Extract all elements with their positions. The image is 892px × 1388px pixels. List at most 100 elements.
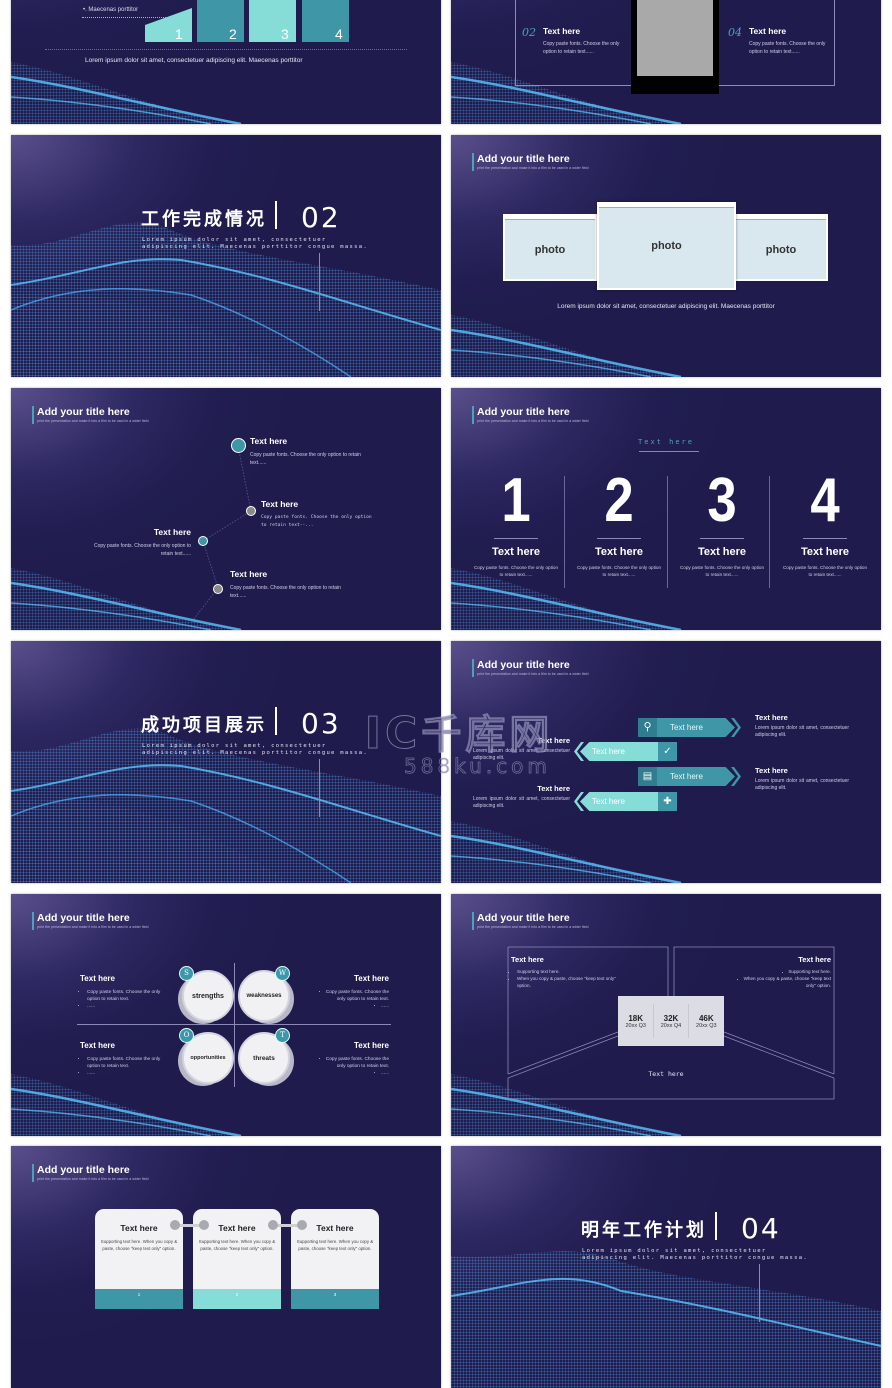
title-divider (275, 707, 277, 735)
slide-title: Add your title here (477, 406, 570, 418)
photo-placeholder-left[interactable]: photo (503, 214, 597, 281)
heading-underline (639, 451, 699, 452)
timeline-body-4: Copy paste fonts. Choose the only option… (230, 585, 341, 599)
swot-text-title-2: Text here (354, 974, 389, 983)
arrow-label-4: Text here (592, 797, 625, 806)
connector-knob (268, 1220, 278, 1230)
column-rule-1 (494, 538, 538, 539)
column-body-1: Copy paste fonts. Choose the only option… (473, 565, 559, 577)
timeline-node-2[interactable] (246, 506, 256, 516)
photo-placeholder-right[interactable]: photo (734, 214, 828, 281)
right-panel-title: Text here (798, 955, 831, 964)
note-title-3: Text here (755, 766, 788, 775)
arrow-item-1[interactable]: ⚲ Text here (638, 718, 741, 737)
slide-bar-chart[interactable]: •. Maecenas porttitor 1 2 3 4 Lorem ipsu… (11, 0, 441, 124)
vertical-accent-line (319, 253, 320, 311)
slide-header: Add your title here print the presentati… (472, 659, 588, 677)
slide-title: Add your title here (477, 912, 570, 924)
slide-swot[interactable]: Add your title here print the presentati… (11, 894, 441, 1136)
item-02-body: Copy paste fonts. Choose the only option… (543, 41, 620, 55)
slide-stats[interactable]: Add your title here print the presentati… (451, 894, 881, 1136)
timeline-title-3: Text here (153, 527, 191, 537)
timeline-node-1[interactable] (231, 438, 246, 453)
section-subtitle: Lorem ipsum dolor sit amet, consectetuer… (142, 237, 368, 250)
column-title-3: Text here (697, 546, 747, 558)
vertical-accent-line (759, 1264, 760, 1322)
bar-label-1: 1 (175, 26, 183, 42)
slide-process-cards[interactable]: Add your title here print the presentati… (11, 1146, 441, 1388)
slide-section-02[interactable]: 工作完成情况 02 Lorem ipsum dolor sit amet, co… (11, 135, 441, 377)
column-body-3: Copy paste fonts. Choose the only option… (679, 565, 765, 577)
slide-photos[interactable]: Add your title here print the presentati… (451, 135, 881, 377)
left-panel-title: Text here (511, 955, 544, 964)
section-title: 工作完成情况 (141, 209, 267, 230)
arrow-item-2[interactable]: Text here ✓ (574, 742, 677, 761)
mesh-landscape (11, 728, 441, 883)
slide-text-frame[interactable]: Text here 02 Text here Copy paste fonts.… (451, 0, 881, 124)
note-title-1: Text here (755, 713, 788, 722)
slide-subtitle: print the presentation and make it into … (37, 1177, 149, 1181)
left-panel-bullets: Supporting text here.When you copy & pas… (517, 968, 617, 989)
slide-header: Add your title here print the presentati… (32, 406, 148, 424)
center-photo-frame[interactable]: Text here (631, 0, 719, 94)
timeline-title-1: Text here (250, 436, 288, 446)
column-body-4: Copy paste fonts. Choose the only option… (782, 565, 868, 577)
swot-text-title-4: Text here (354, 1041, 389, 1050)
column-body-2: Copy paste fonts. Choose the only option… (576, 565, 662, 577)
bar-label-4: 4 (335, 26, 343, 42)
slide-subtitle: print the presentation and make it into … (477, 419, 589, 423)
timeline-node-4[interactable] (213, 584, 223, 594)
connector-knob (297, 1220, 307, 1230)
note-body-1: Lorem ipsum dolor sit amet, consectetuer… (755, 725, 849, 738)
chart-legend: •. Maecenas porttitor (83, 7, 139, 13)
swot-bullets-1: Copy paste fonts. Choose the only option… (87, 989, 161, 1010)
item-04-body: Copy paste fonts. Choose the only option… (749, 41, 826, 55)
column-number-1: 1 (501, 466, 531, 535)
swot-bullets-2: Copy paste fonts. Choose the only option… (315, 989, 389, 1010)
timeline-body-1: Copy paste fonts. Choose the only option… (250, 452, 361, 466)
connector-knob (199, 1220, 209, 1230)
column-number-2: 2 (604, 466, 634, 535)
folder-icon: ▤ (638, 767, 657, 786)
slide-section-03[interactable]: 成功项目展示 03 Lorem ipsum dolor sit amet, co… (11, 641, 441, 883)
note-body-2: Lorem ipsum dolor sit amet, consectetuer… (473, 748, 570, 761)
swot-text-title-3: Text here (80, 1041, 115, 1050)
swot-letter-w: W (275, 966, 290, 981)
arrow-item-3[interactable]: ▤ Text here (638, 767, 741, 786)
note-title-2: Text here (537, 736, 570, 745)
timeline-title-4: Text here (230, 569, 268, 579)
column-number-4: 4 (810, 466, 840, 535)
connector-knob (170, 1220, 180, 1230)
timeline-node-3[interactable] (198, 536, 208, 546)
arrow-label-3: Text here (670, 772, 703, 781)
slide-subtitle: print the presentation and make it into … (477, 672, 589, 676)
bar-1 (145, 8, 192, 42)
arrow-label-1: Text here (670, 723, 703, 732)
column-separator (667, 476, 668, 588)
chart-caption: Lorem ipsum dolor sit amet, consectetuer… (85, 57, 303, 64)
slide-timeline[interactable]: Add your title here print the presentati… (11, 388, 441, 630)
slide-header: Add your title here print the presentati… (472, 912, 588, 930)
arrow-item-4[interactable]: Text here ✚ (574, 792, 677, 811)
slide-numbered-columns[interactable]: Add your title here print the presentati… (451, 388, 881, 630)
swot-letter-s: S (179, 966, 194, 981)
column-title-2: Text here (594, 546, 644, 558)
timeline-body-3: Copy paste fonts. Choose the only option… (93, 543, 191, 557)
timeline-body-2: Copy paste fonts. Choose the only option… (261, 515, 372, 528)
slide-section-04[interactable]: 明年工作计划 04 Lorem ipsum dolor sit amet, co… (451, 1146, 881, 1388)
slide-title: Add your title here (37, 1164, 130, 1176)
slide-subtitle: print the presentation and make it into … (477, 166, 589, 170)
slide-title: Add your title here (37, 912, 130, 924)
slide-arrow-list[interactable]: Add your title here print the presentati… (451, 641, 881, 883)
photo-placeholder-center[interactable]: photo (597, 202, 736, 290)
stat-item-2: 32K 20xx Q4 (660, 1013, 682, 1029)
bar-label-2: 2 (229, 26, 237, 42)
slide-thumbnail-grid: •. Maecenas porttitor 1 2 3 4 Lorem ipsu… (0, 0, 892, 1388)
item-02-title: Text here (543, 26, 581, 36)
slide-header: Add your title here print the presentati… (472, 153, 588, 171)
swot-v-divider (234, 963, 235, 1087)
mesh-landscape (451, 1251, 881, 1388)
center-text: Text here (637, 0, 713, 76)
column-separator (769, 476, 770, 588)
slide-subtitle: print the presentation and make it into … (477, 925, 589, 929)
